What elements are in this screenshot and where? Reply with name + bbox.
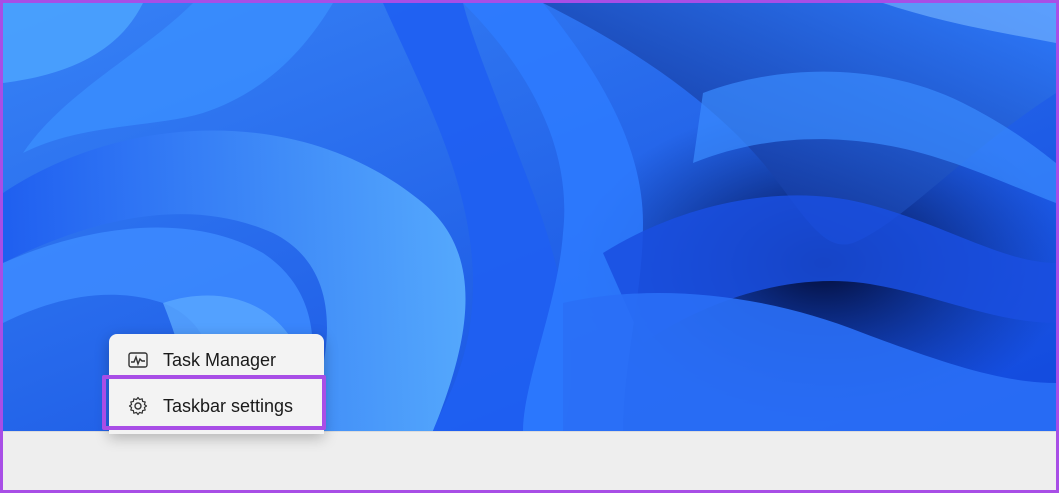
- gear-icon: [127, 395, 149, 417]
- menu-item-label: Taskbar settings: [163, 395, 294, 416]
- desktop-screen: Task Manager Taskbar settings: [0, 0, 1059, 493]
- task-manager-icon: [127, 349, 149, 371]
- menu-item-task-manager[interactable]: Task Manager: [113, 340, 320, 380]
- menu-item-label: Task Manager: [163, 349, 277, 370]
- menu-item-taskbar-settings[interactable]: Taskbar settings: [113, 386, 320, 426]
- taskbar[interactable]: [3, 431, 1056, 490]
- taskbar-context-menu: Task Manager Taskbar settings: [109, 334, 324, 434]
